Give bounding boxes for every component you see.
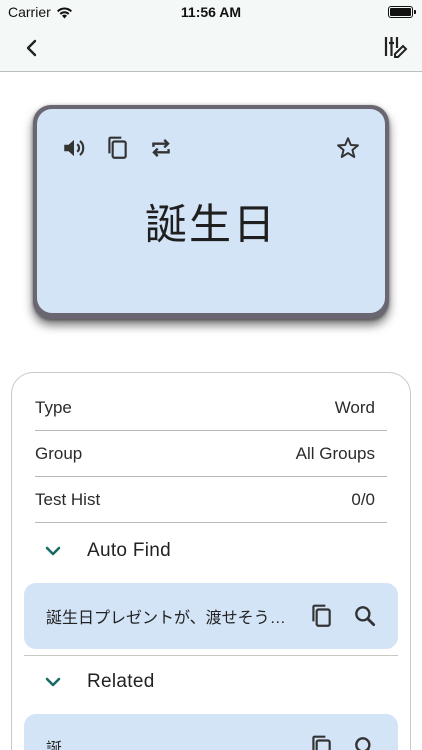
battery-icon [388,6,416,18]
detail-label: Test Hist [35,489,101,509]
volume-icon[interactable] [61,135,87,161]
copy-icon[interactable] [308,603,334,629]
related-header[interactable]: Related [35,659,387,705]
related-item[interactable]: 誕 [24,714,398,750]
related-title: Related [87,671,155,692]
detail-label: Group [35,443,83,463]
copy-icon[interactable] [308,734,334,750]
star-outline-icon[interactable] [335,135,361,161]
auto-find-text: 誕生日プレゼントが、渡せそうになかったので、代わりに [46,610,286,627]
detail-label: Type [35,397,72,417]
auto-find-header[interactable]: Auto Find [35,528,387,574]
navigation-bar [0,24,422,72]
related-text: 誕 [46,741,63,750]
clock: 11:56 AM [180,4,242,20]
flashcard-word: 誕生日 [144,200,277,249]
tune-icon[interactable] [382,34,408,60]
detail-value: 0/0 [351,489,375,509]
search-icon[interactable] [352,734,378,750]
flashcard[interactable]: 誕生日 [33,105,389,319]
detail-row-group[interactable]: Group All Groups [35,431,387,477]
chevron-left-icon[interactable] [20,36,44,60]
chevron-down-icon [45,546,61,556]
auto-find-item[interactable]: 誕生日プレゼントが、渡せそうになかったので、代わりに [24,583,398,649]
detail-row-test-hist: Test Hist 0/0 [35,477,387,523]
chevron-down-icon [45,677,61,687]
details-panel: Type Word Group All Groups Test Hist 0/0… [11,372,411,750]
auto-find-title: Auto Find [87,540,172,561]
section-divider [24,655,398,656]
flashcard-face[interactable]: 誕生日 [37,109,385,313]
repeat-icon[interactable] [148,135,174,161]
search-icon[interactable] [352,603,378,629]
detail-value: Word [334,397,375,417]
detail-row-type: Type Word [35,385,387,431]
copy-icon[interactable] [104,135,130,161]
status-bar: Carrier 11:56 AM [0,0,422,24]
detail-value: All Groups [295,443,375,463]
